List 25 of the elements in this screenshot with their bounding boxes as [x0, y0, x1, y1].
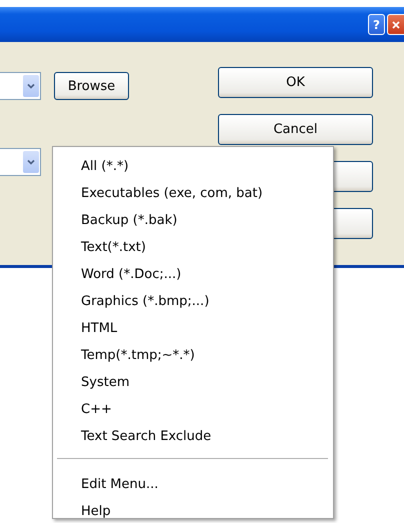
- menu-item[interactable]: System: [53, 369, 134, 396]
- menu-item[interactable]: Edit Menu...: [53, 471, 162, 498]
- chevron-down-icon: [26, 157, 36, 167]
- menu-item[interactable]: Backup (*.bak): [53, 207, 182, 234]
- close-icon: [391, 20, 401, 30]
- push-button[interactable]: Cancel: [218, 114, 373, 145]
- chevron-down-icon: [26, 81, 36, 91]
- menu-item[interactable]: Executables (exe, com, bat): [53, 180, 267, 207]
- combo-box[interactable]: [0, 72, 41, 100]
- menu-item[interactable]: Text Search Exclude: [53, 423, 216, 450]
- dropdown-button[interactable]: [23, 75, 39, 97]
- menu-item[interactable]: Text(*.txt): [53, 234, 150, 261]
- push-button[interactable]: OK: [218, 67, 373, 98]
- menu-item[interactable]: Word (*.Doc;...): [53, 261, 186, 288]
- menu-item[interactable]: HTML: [53, 315, 122, 342]
- menu-item[interactable]: Help: [53, 498, 115, 523]
- close-button[interactable]: [387, 14, 404, 35]
- menu-item[interactable]: Graphics (*.bmp;...): [53, 288, 214, 315]
- combo-box[interactable]: [0, 148, 41, 176]
- menu-item[interactable]: All (*.*): [53, 153, 133, 180]
- browse-button[interactable]: Browse: [54, 72, 129, 100]
- help-button[interactable]: ?: [368, 14, 385, 35]
- dropdown-button[interactable]: [23, 151, 39, 173]
- menu-item[interactable]: C++: [53, 396, 116, 423]
- menu-item[interactable]: Temp(*.tmp;~*.*): [53, 342, 199, 369]
